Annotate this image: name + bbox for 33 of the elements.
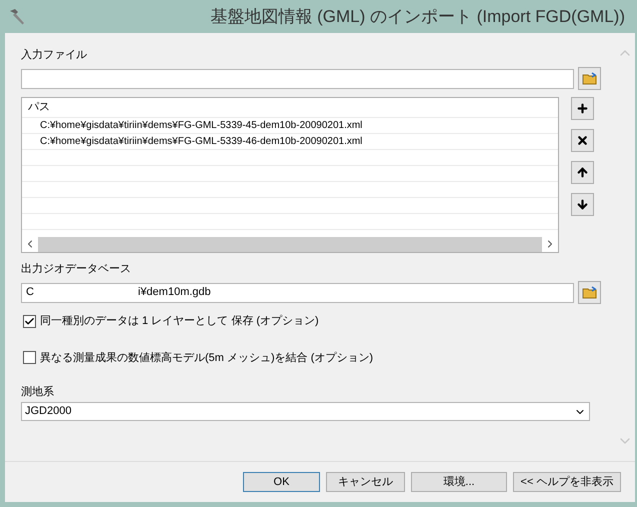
list-item[interactable]: C:¥home¥gisdata¥tiriin¥dems¥FG-GML-5339-46-dem10b-20090201.xml [22, 134, 558, 150]
folder-icon [582, 286, 598, 299]
horizontal-scrollbar[interactable] [38, 236, 542, 252]
move-down-button[interactable] [571, 193, 594, 216]
move-up-icon [576, 166, 589, 179]
input-field[interactable] [21, 68, 574, 88]
hammer-icon [8, 8, 26, 26]
dialog-button[interactable]: OK [243, 472, 320, 492]
move-down-icon [576, 198, 589, 211]
column-header: パス [22, 98, 558, 118]
list-item[interactable]: C:¥home¥gisdata¥tiriin¥dems¥FG-GML-5339-45-dem10b-20090201.xml [22, 118, 558, 134]
dialog-button[interactable]: << ヘルプを非表示 [513, 472, 621, 492]
field-label: 出力ジオデータベース [21, 262, 132, 277]
checkbox[interactable] [23, 351, 36, 364]
folder-icon [582, 72, 598, 85]
move-up-button[interactable] [571, 161, 594, 184]
field-label: 測地系 [21, 384, 55, 400]
check-icon [24, 316, 35, 327]
field-label: 入力ファイル [21, 48, 88, 63]
remove-button[interactable] [571, 129, 594, 152]
datum-dropdown[interactable]: JGD2000 [21, 402, 590, 421]
dialog-button[interactable]: キャンセル [326, 472, 405, 492]
remove-icon [576, 134, 589, 147]
open-folder-button[interactable] [578, 281, 601, 304]
checkbox[interactable] [23, 314, 36, 328]
add-button[interactable] [571, 97, 594, 120]
checkbox-label: 同一種別のデータは 1 レイヤーとして 保存 (オプション) [40, 314, 319, 329]
open-folder-button[interactable] [578, 67, 601, 90]
window-title: 基盤地図情報 (GML) のインポート (Import FGD(GML)) [210, 6, 626, 28]
checkbox-label: 異なる測量成果の数値標高モデル(5m メッシュ)を結合 (オプション) [40, 350, 374, 366]
add-icon [576, 102, 589, 115]
output-field[interactable]: C i¥dem10m.gdb [21, 282, 574, 302]
dialog-button[interactable]: 環境... [411, 472, 507, 492]
